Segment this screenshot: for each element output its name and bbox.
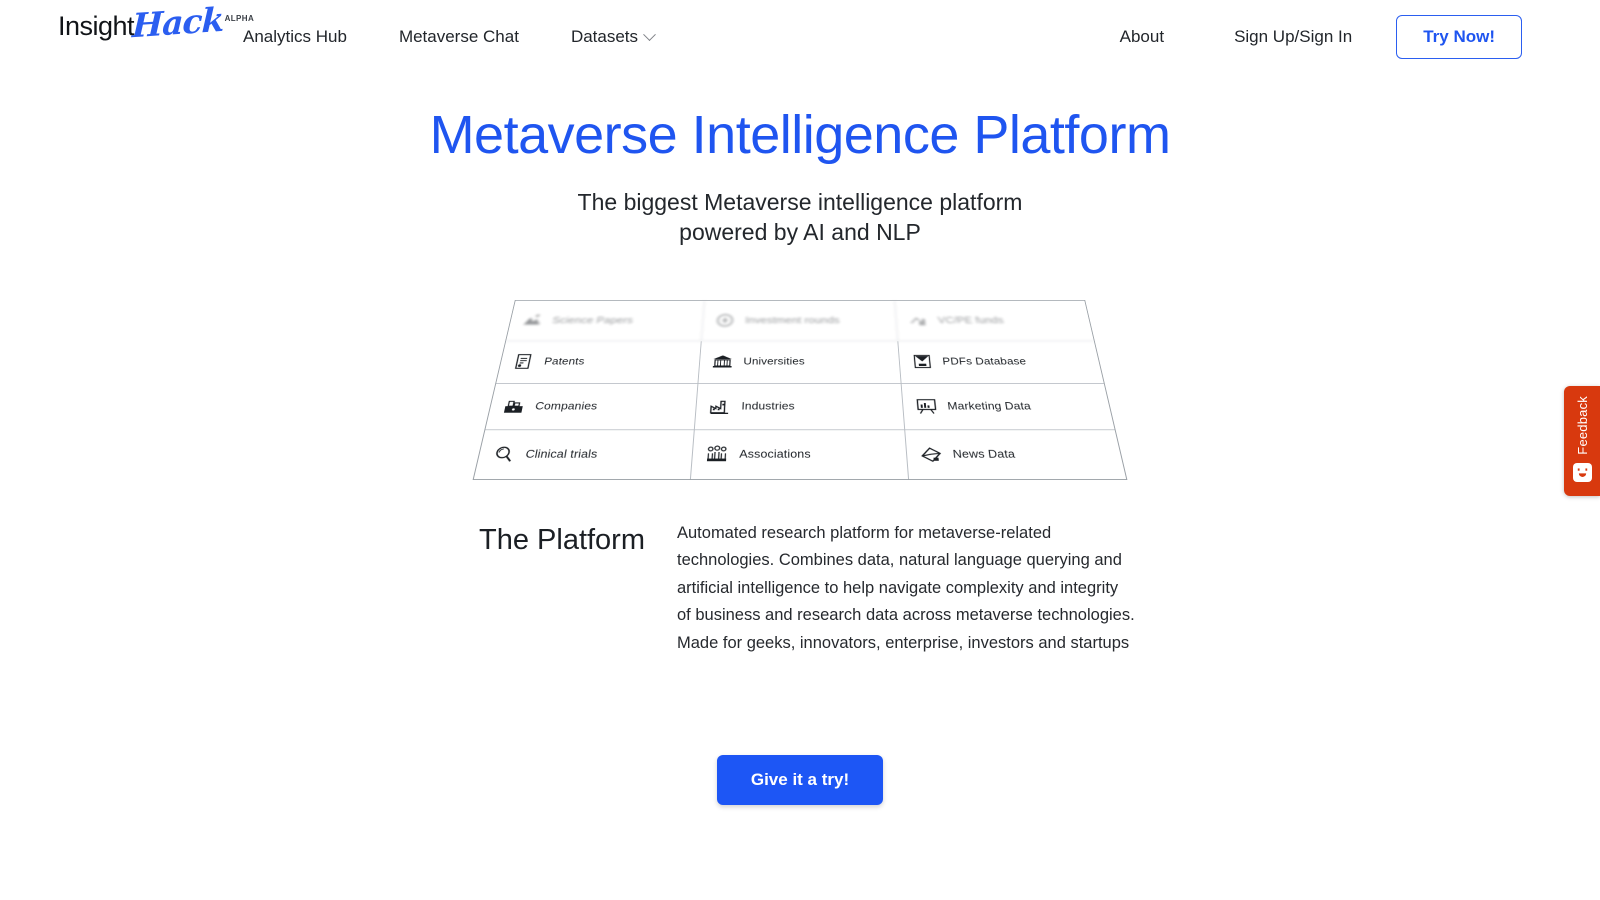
platform-content: The Platform Automated research platform… [464,520,1136,657]
pdfs-database-icon [910,353,934,371]
chevron-down-icon [643,27,656,41]
industries-icon [708,396,732,416]
feedback-label: Feedback [1574,396,1590,455]
dataset-cell-investment-rounds[interactable]: Investment rounds [702,300,898,341]
logo-text-accent: Hack [131,0,225,46]
nav-item-datasets[interactable]: Datasets [570,27,656,47]
dataset-cell-associations[interactable]: Associations [691,429,909,480]
nav-item-sign-up-sign-in[interactable]: Sign Up/Sign In [1234,27,1352,47]
dataset-label: Patents [543,356,586,367]
dataset-label: Investment rounds [744,315,840,326]
dataset-grid-illustration: Science Papers Investment rounds VC/PE f… [0,252,1600,482]
nav-label: About [1119,27,1165,46]
try-now-button[interactable]: Try Now! [1396,15,1522,59]
clinical-trials-icon [489,444,518,465]
science-papers-icon [520,312,545,329]
dataset-label: Science Papers [551,315,634,326]
dataset-label: News Data [952,447,1016,461]
nav-item-about[interactable]: About [1120,27,1164,47]
news-data-icon [918,444,944,465]
dataset-label: Clinical trials [524,447,599,461]
smiley-face-icon [1572,462,1592,482]
nav-label: Sign Up/Sign In [1234,27,1353,46]
primary-navigation: Analytics Hub Metaverse Chat Datasets [243,0,706,74]
site-header: Insight Hack ALPHA Analytics Hub Metaver… [0,0,1600,74]
nav-label: Datasets [570,27,639,46]
hero-subtitle-line-1: The biggest Metaverse intelligence platf… [577,189,1023,216]
dataset-cell-patents[interactable]: Patents [496,340,703,384]
cta-section: Give it a try! [0,755,1600,805]
dataset-label: PDFs Database [941,356,1028,367]
universities-icon [711,353,735,371]
companies-icon [500,396,527,416]
secondary-navigation: About Sign Up/Sign In Try Now! [1050,0,1522,74]
dataset-cell-companies[interactable]: Companies [485,383,699,430]
platform-section: The Platform Automated research platform… [0,520,1600,657]
platform-heading: The Platform [479,524,645,556]
patents-icon [510,353,536,371]
dataset-grid: Science Papers Investment rounds VC/PE f… [472,300,1128,480]
dataset-cell-marketing-data[interactable]: Marketing Data [901,383,1115,430]
dataset-cell-science-papers[interactable]: Science Papers [506,300,706,341]
dataset-cell-clinical-trials[interactable]: Clinical trials [473,429,696,480]
nav-item-metaverse-chat[interactable]: Metaverse Chat [399,27,519,47]
dataset-label: Associations [738,447,811,461]
site-logo[interactable]: Insight Hack ALPHA [58,0,254,45]
give-it-a-try-button[interactable]: Give it a try! [716,755,884,805]
platform-description: Automated research platform for metavers… [677,524,1135,652]
dataset-cell-pdfs-database[interactable]: PDFs Database [897,340,1104,384]
dataset-label: Companies [534,400,599,412]
nav-label: Metaverse Chat [398,27,519,46]
page-title: Metaverse Intelligence Platform [429,105,1171,165]
hero-subtitle-line-2: powered by AI and NLP [679,219,921,246]
investment-rounds-icon [714,312,737,329]
dataset-cell-news-data[interactable]: News Data [905,430,1126,479]
dataset-cell-industries[interactable]: Industries [695,383,905,430]
dataset-label: Industries [741,400,795,412]
dataset-label: Marketing Data [946,400,1032,412]
logo-text-primary: Insight [58,11,135,41]
feedback-tab[interactable]: Feedback [1564,386,1600,496]
vc-pe-funds-icon [906,312,929,329]
associations-icon [705,444,730,465]
nav-label: Analytics Hub [243,27,347,46]
dataset-label: Universities [743,356,805,367]
nav-item-analytics-hub[interactable]: Analytics Hub [243,27,347,47]
dataset-label: VC/PE funds [937,315,1005,326]
marketing-data-icon [914,396,939,416]
hero-section: Metaverse Intelligence Platform The bigg… [0,104,1600,248]
dataset-cell-vc-pe-funds[interactable]: VC/PE funds [894,300,1094,341]
dataset-cell-universities[interactable]: Universities [698,340,902,384]
hero-subtitle: The biggest Metaverse intelligence platf… [0,187,1600,248]
